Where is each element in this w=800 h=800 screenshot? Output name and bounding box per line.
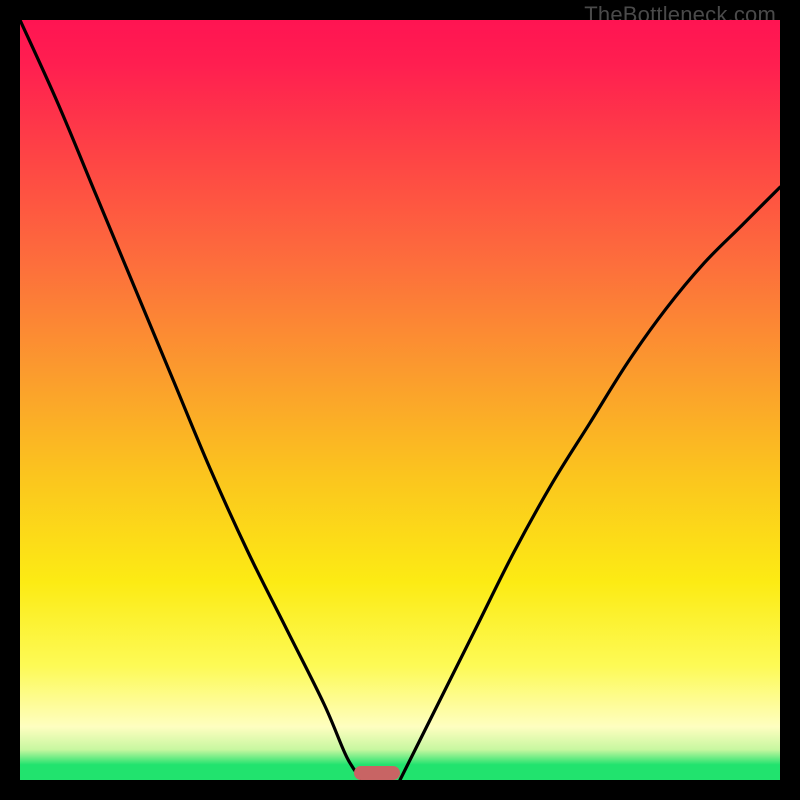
right-bottleneck-curve bbox=[400, 187, 780, 780]
left-bottleneck-curve bbox=[20, 20, 362, 780]
chart-frame bbox=[20, 20, 780, 780]
bottleneck-marker bbox=[354, 766, 400, 780]
chart-curves-layer bbox=[20, 20, 780, 780]
